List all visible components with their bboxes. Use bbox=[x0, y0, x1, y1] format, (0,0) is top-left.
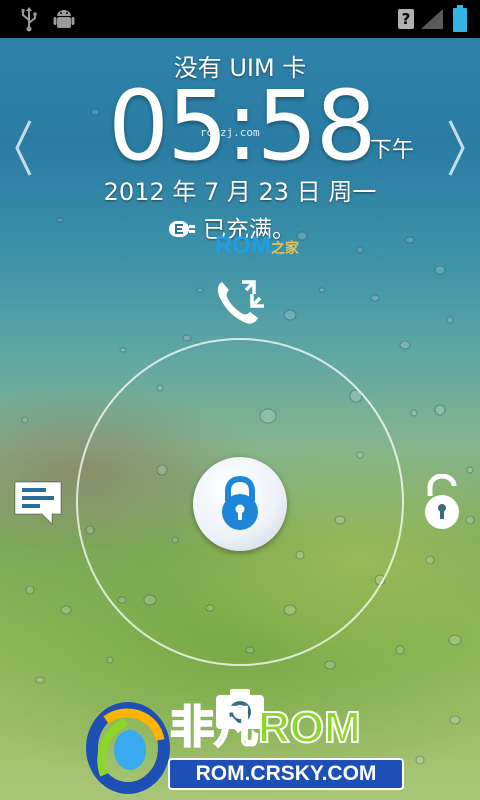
lock-icon bbox=[222, 475, 258, 530]
watermark-feifan-rom: 非凡ROM ROM.CRSKY.COM bbox=[86, 700, 406, 796]
watermark-romzj: romzj.com bbox=[200, 126, 260, 139]
watermark-brand-url: ROM.CRSKY.COM bbox=[168, 758, 404, 790]
charging-plug-icon bbox=[167, 219, 197, 239]
call-rotate-icon[interactable] bbox=[212, 276, 268, 328]
signal-icon bbox=[421, 9, 443, 29]
watermark-brand-cn: 非凡 bbox=[169, 703, 259, 753]
usb-icon bbox=[21, 7, 37, 32]
watermark-brand-name: 非凡ROM bbox=[169, 703, 362, 753]
watermark-rom-label: ROM bbox=[215, 232, 271, 259]
battery-icon bbox=[453, 5, 467, 32]
message-icon[interactable] bbox=[12, 479, 64, 527]
clock-ampm: 下午 bbox=[370, 138, 415, 163]
previous-page-arrow-icon[interactable] bbox=[12, 118, 34, 178]
no-sim-icon: ? bbox=[398, 9, 414, 29]
watermark-rom-home: ROM之家 bbox=[215, 232, 299, 260]
lock-handle[interactable] bbox=[193, 457, 287, 551]
android-debug-icon bbox=[53, 10, 75, 28]
status-bar: ? bbox=[0, 0, 480, 38]
feifan-swirl-logo-icon bbox=[86, 702, 170, 794]
watermark-brand-rom: ROM bbox=[257, 703, 362, 753]
watermark-rom-suffix: 之家 bbox=[271, 240, 299, 256]
date-text: 2012 年 7 月 23 日 周一 bbox=[103, 178, 377, 206]
unlock-icon[interactable] bbox=[420, 474, 464, 530]
next-page-arrow-icon[interactable] bbox=[446, 118, 468, 178]
